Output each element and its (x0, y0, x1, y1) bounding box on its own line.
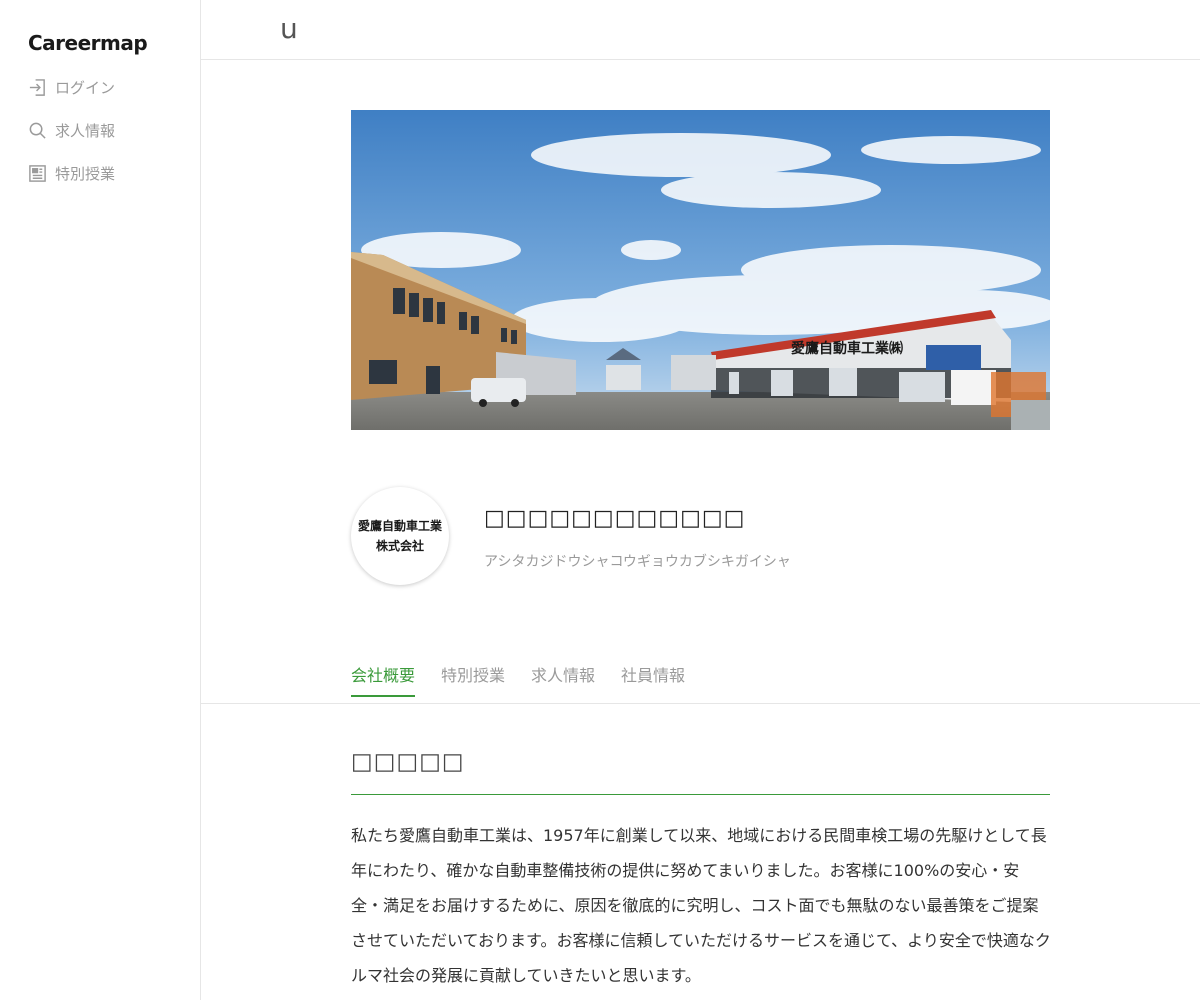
sidebar-item-label: 特別授業 (55, 164, 116, 183)
sidebar: Careermap ログイン 求人情報 特別授業 (0, 0, 201, 1000)
section-title: □□□□□ (351, 749, 465, 775)
tab-company-overview[interactable]: 会社概要 (351, 662, 416, 697)
search-icon (28, 121, 47, 140)
tab-job-info[interactable]: 求人情報 (531, 662, 595, 697)
tab-special-lecture[interactable]: 特別授業 (441, 662, 505, 697)
company-name: □□□□□□□□□□□□ (484, 506, 746, 531)
sidebar-item-special-lecture[interactable]: 特別授業 (28, 162, 115, 184)
company-logo-line2: 株式会社 (375, 539, 424, 553)
company-logo-line1: 愛鷹自動車工業 (357, 518, 442, 533)
top-bar: u (201, 0, 1200, 60)
newspaper-icon (28, 164, 47, 183)
login-icon (28, 78, 47, 97)
sidebar-item-label: ログイン (55, 78, 116, 97)
company-hero-image: 愛鷹自動車工業㈱ (351, 110, 1050, 430)
section-divider (351, 794, 1050, 795)
tab-employee-info[interactable]: 社員情報 (621, 662, 685, 697)
hero-sign-text: 愛鷹自動車工業㈱ (791, 340, 903, 357)
company-logo: 愛鷹自動車工業 株式会社 (351, 487, 449, 585)
company-description: 私たち愛鷹自動車工業は、1957年に創業して以来、地域における民間車検工場の先駆… (351, 826, 1051, 985)
sidebar-item-login[interactable]: ログイン (28, 76, 115, 98)
careermap-logo[interactable]: Careermap (28, 31, 148, 55)
sidebar-item-label: 求人情報 (55, 121, 116, 140)
company-kana: アシタカジドウシャコウギョウカブシキガイシャ (484, 554, 791, 570)
company-tabs: 会社概要 特別授業 求人情報 社員情報 (351, 662, 685, 697)
tabs-divider (201, 703, 1200, 704)
sidebar-item-jobs[interactable]: 求人情報 (28, 119, 115, 141)
top-bar-text: u (280, 12, 298, 45)
